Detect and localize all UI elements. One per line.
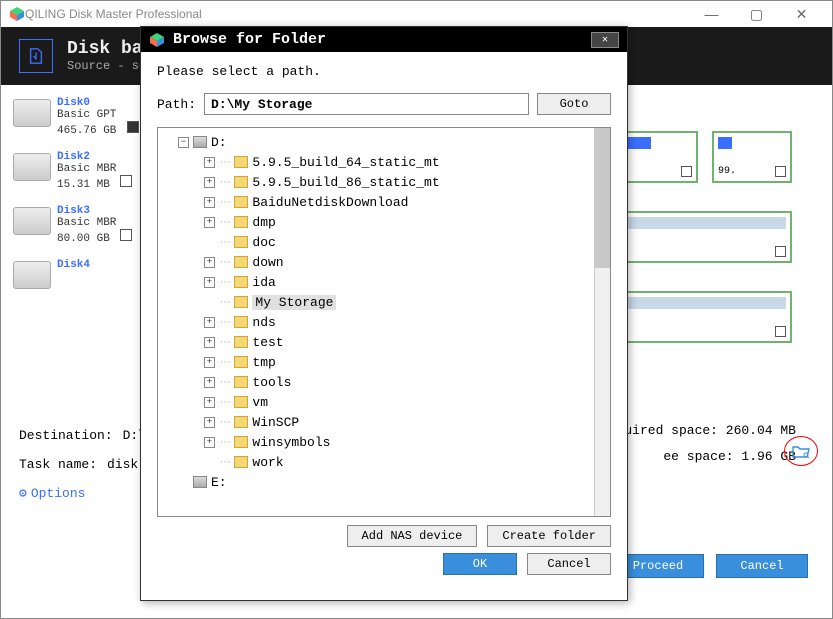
folder-icon [234,196,248,208]
folder-tree[interactable]: − D: +···5.9.5_build_64_static_mt +···5.… [157,127,611,517]
expand-icon[interactable]: + [204,337,215,348]
expand-icon[interactable]: + [204,317,215,328]
expand-icon[interactable]: + [204,377,215,388]
tree-folder-selected[interactable]: ···My Storage [164,292,604,312]
disk-icon [13,207,51,235]
disk-checkbox[interactable] [127,121,139,133]
expand-icon[interactable]: + [204,397,215,408]
goto-button[interactable]: Goto [537,93,611,115]
tree-drive[interactable]: − D: [164,132,604,152]
disk-name: Disk0 [57,97,139,109]
taskname-value: disk [107,457,138,472]
tree-folder[interactable]: ···work [164,452,604,472]
gear-icon: ⚙ [19,486,27,501]
folder-icon [234,256,248,268]
app-logo-icon [9,6,25,22]
close-button[interactable]: ✕ [779,4,824,24]
taskname-label: Task name: [19,457,97,472]
partition-box[interactable] [612,291,792,343]
tree-folder[interactable]: +···tmp [164,352,604,372]
tree-folder[interactable]: ···doc [164,232,604,252]
dialog-title: Browse for Folder [173,31,326,48]
dialog-cancel-button[interactable]: Cancel [527,553,611,575]
maximize-button[interactable]: ▢ [734,4,779,24]
collapse-icon[interactable]: − [178,137,189,148]
folder-icon [234,216,248,228]
expand-icon[interactable]: + [204,217,215,228]
drive-icon [193,136,207,148]
folder-icon [234,156,248,168]
folder-icon [234,176,248,188]
disk-icon [13,153,51,181]
expand-icon[interactable]: + [204,157,215,168]
folder-icon [234,236,248,248]
expand-icon[interactable]: + [204,177,215,188]
partition-checkbox[interactable] [775,326,786,337]
app-logo-icon [149,32,165,48]
titlebar: QILING Disk Master Professional — ▢ ✕ [1,1,832,27]
folder-icon [234,276,248,288]
expand-icon[interactable]: + [204,437,215,448]
tree-folder[interactable]: +···vm [164,392,604,412]
disk-backup-icon [19,39,53,73]
browse-folder-dialog: Browse for Folder ✕ Please select a path… [140,26,628,601]
partition-box[interactable] [618,131,698,183]
disk-icon [13,261,51,289]
path-label: Path: [157,97,196,112]
tree-folder[interactable]: +···ida [164,272,604,292]
tree-folder[interactable]: +···BaiduNetdiskDownload [164,192,604,212]
expand-icon[interactable]: + [204,197,215,208]
tree-folder[interactable]: +···5.9.5_build_86_static_mt [164,172,604,192]
destination-label: Destination: [19,428,113,443]
partition-checkbox[interactable] [775,166,786,177]
expand-icon[interactable]: + [204,257,215,268]
drive-icon [193,476,207,488]
minimize-button[interactable]: — [689,4,734,24]
dialog-prompt: Please select a path. [157,64,611,79]
folder-icon [234,456,248,468]
tree-folder[interactable]: +···down [164,252,604,272]
folder-icon [234,376,248,388]
tree-folder[interactable]: +···5.9.5_build_64_static_mt [164,152,604,172]
partition-box[interactable]: 99. [712,131,792,183]
folder-icon [234,316,248,328]
expand-icon[interactable]: + [204,417,215,428]
folder-icon [234,336,248,348]
tree-drive[interactable]: E: [164,472,604,492]
disk-checkbox[interactable] [120,229,132,241]
disk-checkbox[interactable] [120,175,132,187]
app-title: QILING Disk Master Professional [25,7,202,21]
folder-icon [234,296,248,308]
tree-folder[interactable]: +···tools [164,372,604,392]
disk-icon [13,99,51,127]
partition-box[interactable] [612,211,792,263]
browse-destination-button[interactable] [784,436,818,466]
tree-folder[interactable]: +···test [164,332,604,352]
free-space: ee space: 1.96 GB [624,444,796,470]
folder-icon [234,396,248,408]
expand-icon[interactable]: + [204,357,215,368]
scrollbar[interactable] [594,128,610,516]
ok-button[interactable]: OK [443,553,517,575]
folder-icon [234,356,248,368]
partition-checkbox[interactable] [681,166,692,177]
scrollbar-thumb[interactable] [594,128,610,268]
folder-icon [234,416,248,428]
folder-icon [234,436,248,448]
dialog-close-button[interactable]: ✕ [591,32,619,48]
path-input[interactable] [204,93,529,115]
expand-icon[interactable]: + [204,277,215,288]
add-nas-button[interactable]: Add NAS device [347,525,478,547]
dialog-titlebar: Browse for Folder ✕ [141,27,627,52]
tree-folder[interactable]: +···nds [164,312,604,332]
tree-folder[interactable]: +···winsymbols [164,432,604,452]
partition-checkbox[interactable] [775,246,786,257]
tree-folder[interactable]: +···dmp [164,212,604,232]
required-space: uired space: 260.04 MB [624,418,796,444]
cancel-button[interactable]: Cancel [716,554,808,578]
tree-folder[interactable]: +···WinSCP [164,412,604,432]
create-folder-button[interactable]: Create folder [487,525,611,547]
